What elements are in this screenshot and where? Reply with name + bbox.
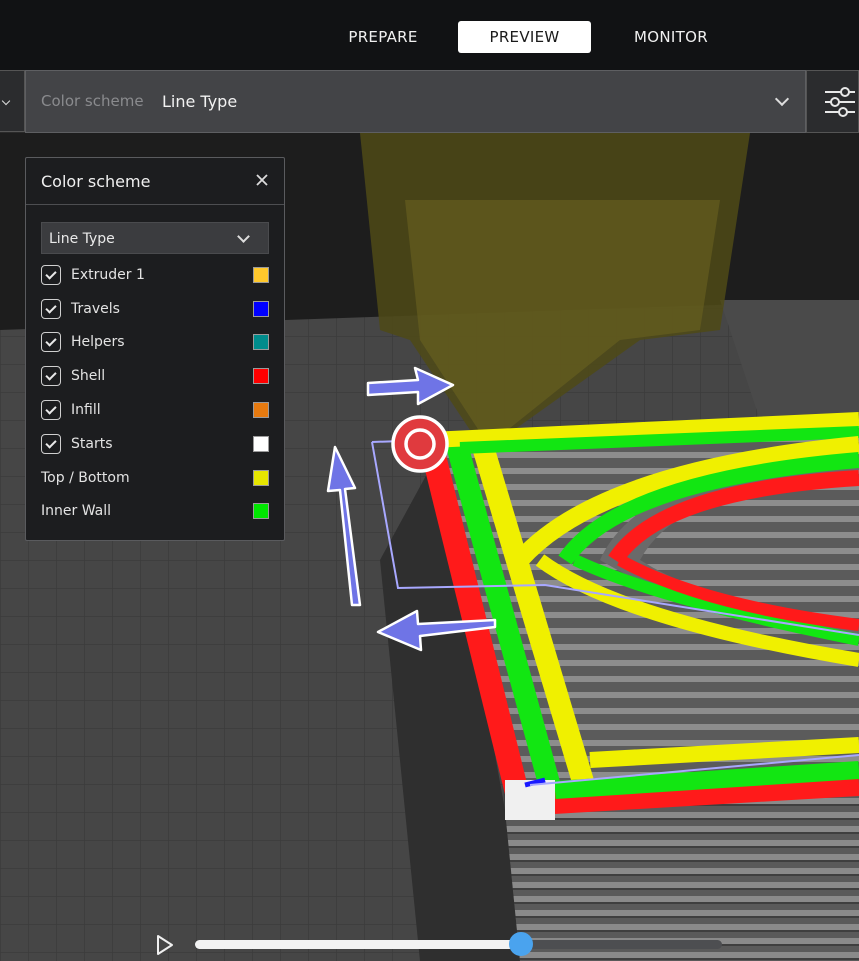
shell-checkbox[interactable] (41, 366, 61, 386)
simulation-slider[interactable] (195, 932, 722, 956)
legend-label: Infill (71, 402, 101, 418)
color-scheme-panel: Color scheme Line Type Extruder 1 Travel… (25, 157, 285, 541)
legend-item-top-bottom: Top / Bottom (41, 468, 269, 490)
color-scheme-label: Color scheme (41, 92, 144, 110)
tab-prepare[interactable]: PREPARE (330, 21, 436, 53)
tab-monitor[interactable]: MONITOR (615, 21, 727, 53)
stage-menu: PREPARE PREVIEW MONITOR (0, 0, 859, 70)
annotation-circle-icon (391, 415, 449, 473)
close-icon[interactable] (252, 170, 272, 190)
legend-item-shell: Shell (41, 366, 269, 388)
legend-item-infill: Infill (41, 400, 269, 422)
chevron-down-icon (1, 96, 11, 106)
extruder-1-checkbox[interactable] (41, 265, 61, 285)
color-scheme-select-value: Line Type (49, 231, 115, 247)
color-scheme-dropdown[interactable]: Color scheme Line Type (25, 70, 806, 133)
legend-label: Travels (71, 301, 120, 317)
panel-title: Color scheme (41, 172, 151, 191)
legend-label: Helpers (71, 334, 125, 350)
color-swatch (253, 503, 269, 519)
legend-item-helpers: Helpers (41, 332, 269, 354)
starts-checkbox[interactable] (41, 434, 61, 454)
slider-fill (195, 940, 522, 949)
travels-checkbox[interactable] (41, 299, 61, 319)
panel-header: Color scheme (26, 158, 284, 205)
color-swatch (253, 267, 269, 283)
color-swatch (253, 334, 269, 350)
chevron-down-icon (774, 91, 790, 107)
infill-checkbox[interactable] (41, 400, 61, 420)
color-scheme-value: Line Type (162, 92, 238, 111)
legend-item-travels: Travels (41, 299, 269, 321)
color-swatch (253, 402, 269, 418)
color-swatch (253, 470, 269, 486)
helpers-checkbox[interactable] (41, 332, 61, 352)
legend-label: Extruder 1 (71, 267, 145, 283)
toolbar-left-dropdown[interactable] (0, 70, 25, 132)
color-swatch (253, 301, 269, 317)
legend-item-inner-wall: Inner Wall (41, 501, 269, 523)
legend-label: Starts (71, 436, 113, 452)
color-scheme-select[interactable]: Line Type (41, 222, 269, 254)
legend-item-extruder-1: Extruder 1 (41, 265, 269, 287)
tab-preview[interactable]: PREVIEW (458, 21, 591, 53)
play-icon[interactable] (155, 934, 175, 956)
legend-label: Top / Bottom (41, 470, 130, 486)
settings-button[interactable] (806, 70, 859, 133)
legend-label: Inner Wall (41, 503, 111, 519)
legend-label: Shell (71, 368, 106, 384)
chevron-down-icon (237, 230, 250, 243)
legend-item-starts: Starts (41, 434, 269, 456)
color-swatch (253, 368, 269, 384)
sliders-icon (825, 87, 855, 117)
color-swatch (253, 436, 269, 452)
